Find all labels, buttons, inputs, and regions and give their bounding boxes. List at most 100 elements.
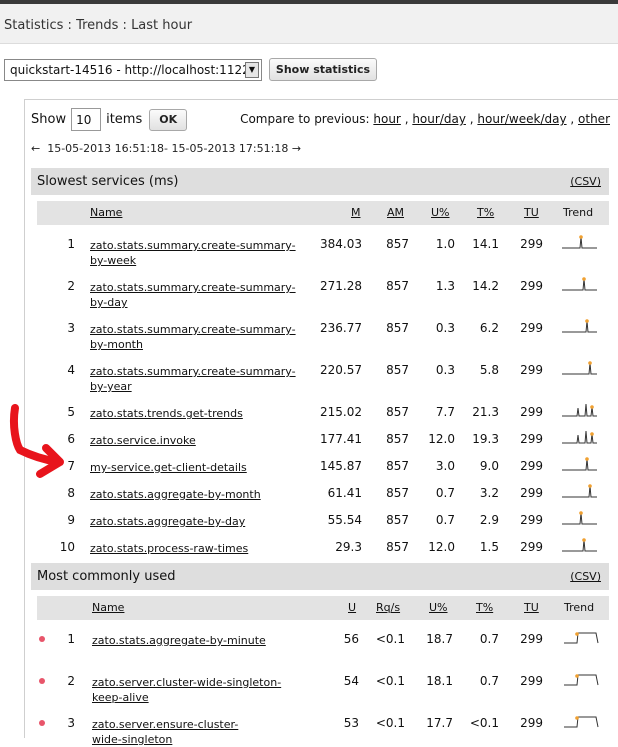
value-m: 61.41 bbox=[327, 486, 362, 500]
service-name-line1[interactable]: zato.stats.aggregate-by-day bbox=[90, 515, 245, 528]
csv-link[interactable]: (CSV) bbox=[570, 175, 601, 188]
ok-button[interactable]: OK bbox=[149, 108, 188, 131]
compare-label: Compare to previous: bbox=[240, 112, 370, 126]
service-name-link[interactable]: zato.stats.summary.create-summary-by-day bbox=[90, 280, 310, 310]
sparkline-icon bbox=[562, 457, 597, 471]
col-u[interactable]: U bbox=[348, 601, 356, 614]
compare-link-hour[interactable]: hour bbox=[373, 112, 401, 126]
col-u-percent[interactable]: U% bbox=[429, 601, 448, 614]
service-name-line2[interactable]: wide-singleton bbox=[92, 733, 172, 746]
compare-link-other[interactable]: other bbox=[578, 112, 610, 126]
service-name-link[interactable]: zato.service.invoke bbox=[90, 433, 310, 448]
col-trend: Trend bbox=[564, 601, 595, 614]
service-name-link[interactable]: zato.stats.aggregate-by-minute bbox=[92, 633, 312, 648]
value-rq-s: <0.1 bbox=[375, 632, 405, 646]
col-u-percent[interactable]: U% bbox=[431, 206, 450, 219]
value-am: 857 bbox=[386, 279, 409, 293]
col-am[interactable]: AM bbox=[387, 206, 404, 219]
service-name-line1[interactable]: zato.stats.summary.create-summary- bbox=[90, 365, 296, 378]
service-name-link[interactable]: zato.stats.process-raw-times bbox=[90, 541, 310, 556]
value-m: 145.87 bbox=[320, 459, 362, 473]
value-tu: 299 bbox=[520, 513, 543, 527]
service-name-link[interactable]: zato.stats.summary.create-summary-by-yea… bbox=[90, 364, 310, 394]
service-name-line1[interactable]: zato.stats.process-raw-times bbox=[90, 542, 248, 555]
service-name-link[interactable]: zato.stats.trends.get-trends bbox=[90, 406, 310, 421]
cluster-controls: quickstart-14516 - http://localhost:1122… bbox=[4, 58, 377, 81]
cluster-select[interactable]: quickstart-14516 - http://localhost:1122… bbox=[4, 58, 262, 81]
value-u-percent: 18.1 bbox=[426, 674, 453, 688]
value-tu: 299 bbox=[520, 674, 543, 688]
col-trend: Trend bbox=[563, 206, 594, 219]
value-tu: 299 bbox=[520, 486, 543, 500]
col-t-percent[interactable]: T% bbox=[476, 601, 493, 614]
service-name-line1[interactable]: zato.stats.aggregate-by-minute bbox=[92, 634, 266, 647]
value-m: 220.57 bbox=[320, 363, 362, 377]
sparkline-icon bbox=[564, 716, 599, 728]
service-name-line1[interactable]: zato.server.ensure-cluster- bbox=[92, 718, 238, 731]
service-name-link[interactable]: zato.server.ensure-cluster-wide-singleto… bbox=[92, 717, 312, 747]
service-name-line1[interactable]: zato.stats.summary.create-summary- bbox=[90, 239, 296, 252]
service-name-line2[interactable]: by-month bbox=[90, 338, 143, 351]
compare-link-hour-day[interactable]: hour/day bbox=[412, 112, 466, 126]
service-name-line1[interactable]: my-service.get-client-details bbox=[90, 461, 247, 474]
service-name-line2[interactable]: by-week bbox=[90, 254, 136, 267]
statistics-panel: Show 10 items OK Compare to previous: ho… bbox=[24, 99, 618, 746]
sparkline-icon bbox=[564, 632, 599, 644]
sparkline-point bbox=[590, 405, 594, 409]
previous-range-arrow[interactable]: ← bbox=[31, 142, 40, 155]
value-am: 857 bbox=[386, 513, 409, 527]
slowest-services-table: Name M AM U% T% TU Trend 1 zato.stats.sum… bbox=[31, 195, 609, 580]
value-m: 384.03 bbox=[320, 237, 362, 251]
service-name-line1[interactable]: zato.service.invoke bbox=[90, 434, 196, 447]
red-annotation-arrow-icon bbox=[9, 404, 64, 478]
row-rank: 4 bbox=[67, 363, 75, 377]
value-t-percent: 6.2 bbox=[479, 321, 499, 335]
value-m: 215.02 bbox=[320, 405, 362, 419]
value-am: 857 bbox=[386, 459, 409, 473]
value-u: 53 bbox=[343, 716, 359, 730]
service-name-line1[interactable]: zato.server.cluster-wide-singleton- bbox=[92, 676, 281, 689]
col-tu[interactable]: TU bbox=[524, 601, 539, 614]
compare-link-hour-week-day[interactable]: hour/week/day bbox=[477, 112, 566, 126]
sparkline-point bbox=[575, 674, 579, 678]
value-am: 857 bbox=[386, 363, 409, 377]
service-name-link[interactable]: my-service.get-client-details bbox=[90, 460, 310, 475]
sparkline-icon bbox=[562, 403, 597, 417]
next-range-arrow[interactable]: → bbox=[292, 142, 301, 155]
section-title: Most commonly used bbox=[37, 569, 176, 584]
col-rq-s[interactable]: Rq/s bbox=[376, 601, 400, 614]
value-t-percent: 14.2 bbox=[472, 279, 499, 293]
sparkline-icon bbox=[564, 674, 599, 686]
sparkline-point bbox=[585, 457, 589, 461]
value-m: 55.54 bbox=[327, 513, 362, 527]
service-name-line1[interactable]: zato.stats.summary.create-summary- bbox=[90, 323, 296, 336]
service-name-line2[interactable]: by-year bbox=[90, 380, 132, 393]
col-name[interactable]: Name bbox=[90, 206, 122, 219]
show-statistics-button[interactable]: Show statistics bbox=[269, 58, 377, 81]
col-t-percent[interactable]: T% bbox=[477, 206, 494, 219]
csv-link[interactable]: (CSV) bbox=[570, 570, 601, 583]
service-name-link[interactable]: zato.stats.summary.create-summary-by-mon… bbox=[90, 322, 310, 352]
service-name-line1[interactable]: zato.stats.aggregate-by-month bbox=[90, 488, 261, 501]
col-m[interactable]: M bbox=[351, 206, 361, 219]
col-tu[interactable]: TU bbox=[524, 206, 539, 219]
value-u: 54 bbox=[343, 674, 359, 688]
service-name-line1[interactable]: zato.stats.trends.get-trends bbox=[90, 407, 243, 420]
select-arrow-icon[interactable]: ▼ bbox=[245, 61, 259, 78]
sparkline-icon bbox=[562, 361, 597, 375]
items-count-input[interactable]: 10 bbox=[71, 108, 102, 131]
service-name-link[interactable]: zato.stats.aggregate-by-day bbox=[90, 514, 310, 529]
col-name[interactable]: Name bbox=[92, 601, 124, 614]
service-name-line2[interactable]: keep-alive bbox=[92, 691, 149, 704]
sparkline-point bbox=[590, 432, 594, 436]
service-name-line1[interactable]: zato.stats.summary.create-summary- bbox=[90, 281, 296, 294]
value-am: 857 bbox=[386, 486, 409, 500]
service-name-line2[interactable]: by-day bbox=[90, 296, 128, 309]
table-header: Name U Rq/s U% T% TU Trend bbox=[37, 596, 609, 620]
service-name-link[interactable]: zato.stats.aggregate-by-month bbox=[90, 487, 310, 502]
value-t-percent: 19.3 bbox=[472, 432, 499, 446]
service-name-link[interactable]: zato.server.cluster-wide-singleton-keep-… bbox=[92, 675, 312, 705]
value-am: 857 bbox=[386, 540, 409, 554]
service-name-link[interactable]: zato.stats.summary.create-summary-by-wee… bbox=[90, 238, 310, 268]
value-tu: 299 bbox=[520, 321, 543, 335]
